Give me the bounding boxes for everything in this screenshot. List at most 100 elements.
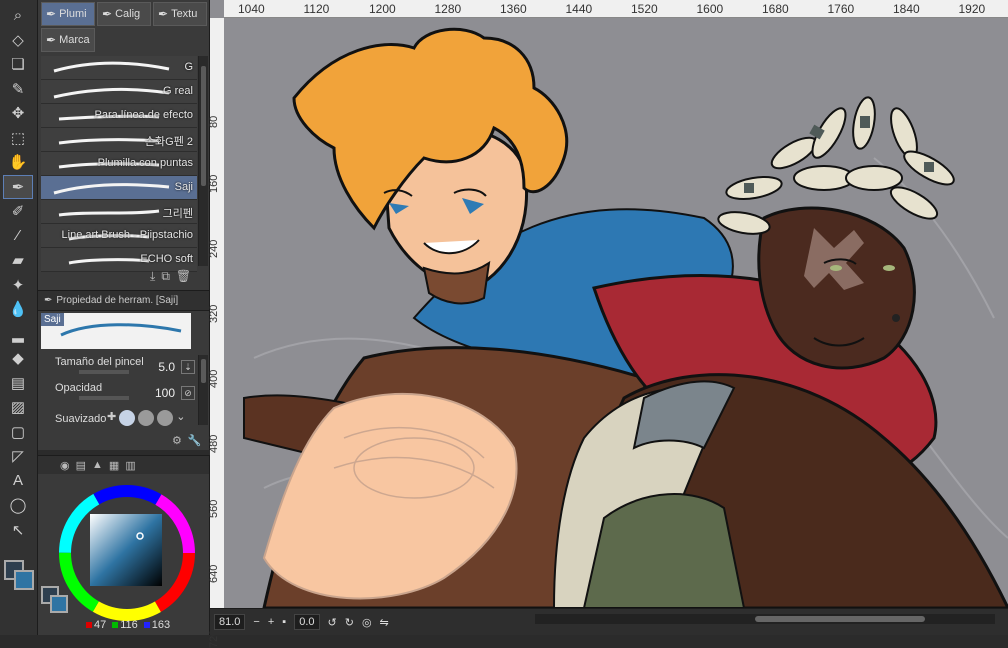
brush-item[interactable]: 그리펜	[41, 200, 197, 224]
brush-size-row[interactable]: Tamaño del pincel 5.0 ⇣	[41, 355, 197, 379]
pen-nib-icon: ✒	[158, 7, 169, 21]
color-wheel-panel: ◉ ▤ ▲ ▦ ▥ 47 116 163	[38, 455, 210, 635]
brush-size-slider[interactable]	[79, 370, 129, 374]
color-set-tab-icon[interactable]: ▲	[92, 459, 103, 471]
brush-preview: Saji	[41, 313, 191, 349]
smoothing-plus-icon[interactable]: ✚	[107, 410, 116, 426]
brush-name: 그리펜	[162, 208, 193, 220]
canvas-area: 1040 1120 1200 1280 1360 1440 1520 1600 1680 1760…	[208, 0, 1008, 648]
brush-item[interactable]: Para línea de efecto	[41, 104, 197, 128]
brush-item[interactable]: Plumilla con puntas	[41, 152, 197, 176]
ruler-top-tick: 1840	[893, 2, 920, 16]
brush-size-value[interactable]: 5.0	[158, 360, 175, 374]
color-wheel-tab-icon[interactable]: ◉	[60, 459, 70, 472]
text-icon[interactable]: A	[4, 470, 32, 492]
pen-nib-icon: ✒	[46, 33, 57, 47]
selection-icon[interactable]: ⬚	[4, 127, 32, 149]
sub-color-swatch[interactable]	[50, 595, 68, 613]
rotate-right-icon[interactable]: ↻	[345, 616, 354, 629]
ruler-top-tick: 1120	[303, 2, 330, 16]
brush-stroke-preview	[53, 88, 170, 99]
brush-icon[interactable]: ⁄	[4, 225, 32, 247]
pencil-icon[interactable]: ✐	[4, 200, 32, 222]
brush-name: ECHO soft	[140, 253, 193, 265]
color-mix-tab-icon[interactable]: ▥	[125, 459, 135, 472]
ruler-left-tick: 320	[208, 304, 220, 323]
ruler-top-tick: 1360	[500, 2, 527, 16]
rect-icon[interactable]: ▢	[4, 421, 32, 443]
flip-icon[interactable]: ⇋	[380, 616, 389, 629]
opacity-row[interactable]: Opacidad 100 ⊘	[41, 381, 197, 405]
subtool-tab-2[interactable]: ✒ Textu	[153, 2, 207, 26]
zoom-in-icon[interactable]: +	[268, 616, 274, 628]
zoom-icon[interactable]: ⌕	[4, 4, 32, 26]
pen-nib-icon: ✒	[102, 7, 113, 21]
ruler-top-tick: 1280	[434, 2, 462, 16]
brush-list-scrollbar[interactable]	[198, 56, 208, 266]
opacity-value[interactable]: 100	[155, 386, 175, 400]
tool-palette: ⌕ ◇ ❏ ✎ ✥ ⬚ ✋ ✒ ✐ ⁄ ▰ ✦ 💧 ▂ ◆ ▤ ▨ ▢ ◸ A ◯ ↖	[0, 0, 38, 635]
ruler-icon[interactable]: ◸	[4, 445, 32, 467]
brush-item[interactable]: Line art Brush - Piipstachio	[41, 224, 197, 248]
brush-stroke-preview	[58, 209, 160, 217]
ruler-top-tick: 1200	[369, 2, 396, 16]
color-wheel[interactable]	[52, 478, 202, 628]
pen-icon[interactable]: ✒	[3, 174, 33, 199]
tool-color-swatches[interactable]	[4, 560, 34, 600]
subtool-tab-1[interactable]: ✒ Calig	[97, 2, 151, 26]
opacity-lock-icon[interactable]: ⊘	[181, 386, 195, 400]
subtool-tab-3[interactable]: ✒ Marca	[41, 28, 95, 52]
frame-icon[interactable]: ▤	[4, 372, 32, 394]
red-value: 47	[94, 619, 107, 631]
sparkle-icon[interactable]: ✦	[4, 274, 32, 296]
ruler-left-tick: 560	[208, 499, 220, 518]
brush-item[interactable]: G	[41, 56, 197, 80]
move-icon[interactable]: ✥	[4, 102, 32, 124]
eraser-icon[interactable]: ◇	[4, 29, 32, 51]
brush-item[interactable]: Saji	[41, 176, 197, 200]
canvas[interactable]	[224, 18, 1008, 608]
opacity-slider[interactable]	[79, 396, 129, 400]
color-history-tab-icon[interactable]: ▦	[109, 459, 119, 472]
tool-property-icon: ✒	[44, 295, 53, 306]
eyedropper-icon[interactable]: ✎	[4, 78, 32, 100]
pressure-icon[interactable]: ⇣	[181, 360, 195, 374]
ruler-top-tick: 1920	[958, 2, 986, 16]
canvas-hscroll[interactable]	[535, 614, 995, 624]
wrench-icon[interactable]: 🔧	[188, 434, 202, 447]
tool-property-scrollbar[interactable]	[198, 355, 208, 425]
smoothing-dot-1[interactable]	[119, 410, 136, 426]
layer-move-icon[interactable]: ❏	[4, 53, 32, 75]
reset-rotation-icon[interactable]: ◎	[362, 616, 372, 629]
blend-icon[interactable]: 💧	[4, 298, 32, 320]
fit-icon[interactable]: ▪	[282, 616, 286, 628]
gradient-icon[interactable]: ▨	[4, 396, 32, 418]
chevron-down-icon[interactable]: ⌄	[176, 410, 185, 426]
zoom-value[interactable]: 81.0	[214, 614, 246, 630]
brush-name: Saji	[174, 181, 193, 193]
color-slider-tab-icon[interactable]: ▤	[76, 459, 86, 472]
brush-item[interactable]: G real	[41, 80, 197, 104]
subtool-tab-0[interactable]: ✒ Plumi	[41, 2, 95, 26]
correct-line-icon[interactable]: ↖	[4, 519, 32, 541]
import-icon[interactable]: ⤓	[150, 269, 155, 284]
stamp-icon[interactable]: ▂	[4, 323, 32, 345]
brush-name: 손화G펜 2	[144, 136, 193, 148]
duplicate-icon[interactable]: ⧉	[161, 269, 170, 284]
rotation-value[interactable]: 0.0	[294, 614, 320, 630]
smoothing-dot-2[interactable]	[138, 410, 155, 426]
hand-icon[interactable]: ✋	[4, 151, 32, 173]
ruler-top-tick: 1440	[565, 2, 593, 16]
balloon-icon[interactable]: ◯	[4, 494, 32, 516]
ruler-left-tick: 240	[208, 239, 220, 258]
eraser2-icon[interactable]: ◆	[4, 347, 32, 369]
smoothing-row[interactable]: Suavizado ✚ ⌄	[41, 407, 197, 431]
settings-icon[interactable]: ⚙	[172, 434, 182, 447]
subtool-panel: ✒ Plumi ✒ Calig ✒ Textu ✒ Marca G G real Para …	[38, 0, 210, 290]
zoom-out-icon[interactable]: −	[253, 616, 259, 628]
brush-item[interactable]: 손화G펜 2	[41, 128, 197, 152]
smoothing-dot-3[interactable]	[157, 410, 174, 426]
fill-icon[interactable]: ▰	[4, 249, 32, 271]
rotate-left-icon[interactable]: ↺	[328, 616, 337, 629]
trash-icon[interactable]: 🗑	[176, 269, 191, 284]
